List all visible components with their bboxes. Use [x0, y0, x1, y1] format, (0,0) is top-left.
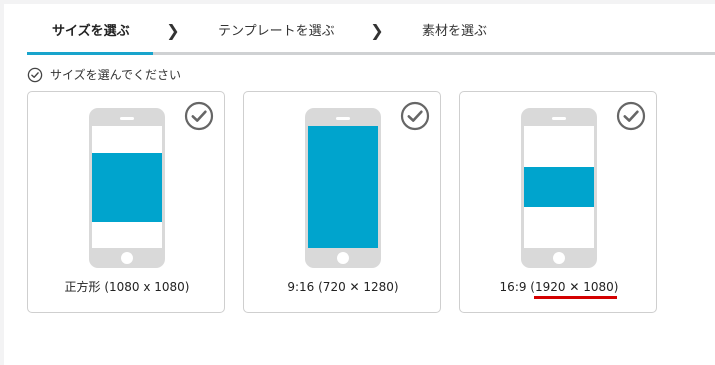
step-navigation: サイズを選ぶ ❯ テンプレートを選ぶ ❯ 素材を選ぶ: [4, 4, 715, 55]
phone-preview: [89, 108, 165, 268]
step-choose-material[interactable]: 素材を選ぶ: [422, 24, 487, 40]
size-label: 正方形 (1080 x 1080): [64, 280, 190, 294]
size-option-vertical[interactable]: 9:16 (720 ✕ 1280): [243, 91, 441, 313]
step-choose-template[interactable]: テンプレートを選ぶ: [218, 24, 335, 40]
highlight-underline: [534, 296, 617, 299]
phone-screen: [308, 126, 378, 248]
phone-preview: [521, 108, 597, 268]
phone-speaker: [120, 117, 134, 120]
size-option-square[interactable]: 正方形 (1080 x 1080): [27, 91, 225, 313]
phone-home-button: [553, 252, 565, 264]
check-circle-icon: [400, 101, 430, 131]
check-circle-icon: [616, 101, 646, 131]
media-area: [524, 167, 594, 207]
phone-speaker: [552, 117, 566, 120]
size-label: 9:16 (720 ✕ 1280): [287, 280, 399, 294]
check-circle-icon: [184, 101, 214, 131]
size-option-horizontal[interactable]: 16:9 (1920 ✕ 1080): [459, 91, 657, 313]
phone-screen: [524, 126, 594, 248]
size-label: 16:9 (1920 ✕ 1080): [499, 280, 619, 294]
phone-home-button: [337, 252, 349, 264]
phone-home-button: [121, 252, 133, 264]
chevron-right-icon: ❯: [370, 21, 384, 40]
phone-preview: [305, 108, 381, 268]
instruction-text: サイズを選んでください: [50, 68, 182, 82]
size-selection-panel: サイズを選ぶ ❯ テンプレートを選ぶ ❯ 素材を選ぶ サイズを選んでください 正…: [4, 4, 715, 365]
media-area: [92, 153, 162, 222]
media-area: [308, 126, 378, 248]
phone-speaker: [336, 117, 350, 120]
check-circle-icon: [27, 67, 43, 83]
phone-screen: [92, 126, 162, 248]
step-choose-size[interactable]: サイズを選ぶ: [52, 24, 130, 40]
chevron-right-icon: ❯: [166, 21, 180, 40]
active-step-indicator: [27, 52, 153, 55]
